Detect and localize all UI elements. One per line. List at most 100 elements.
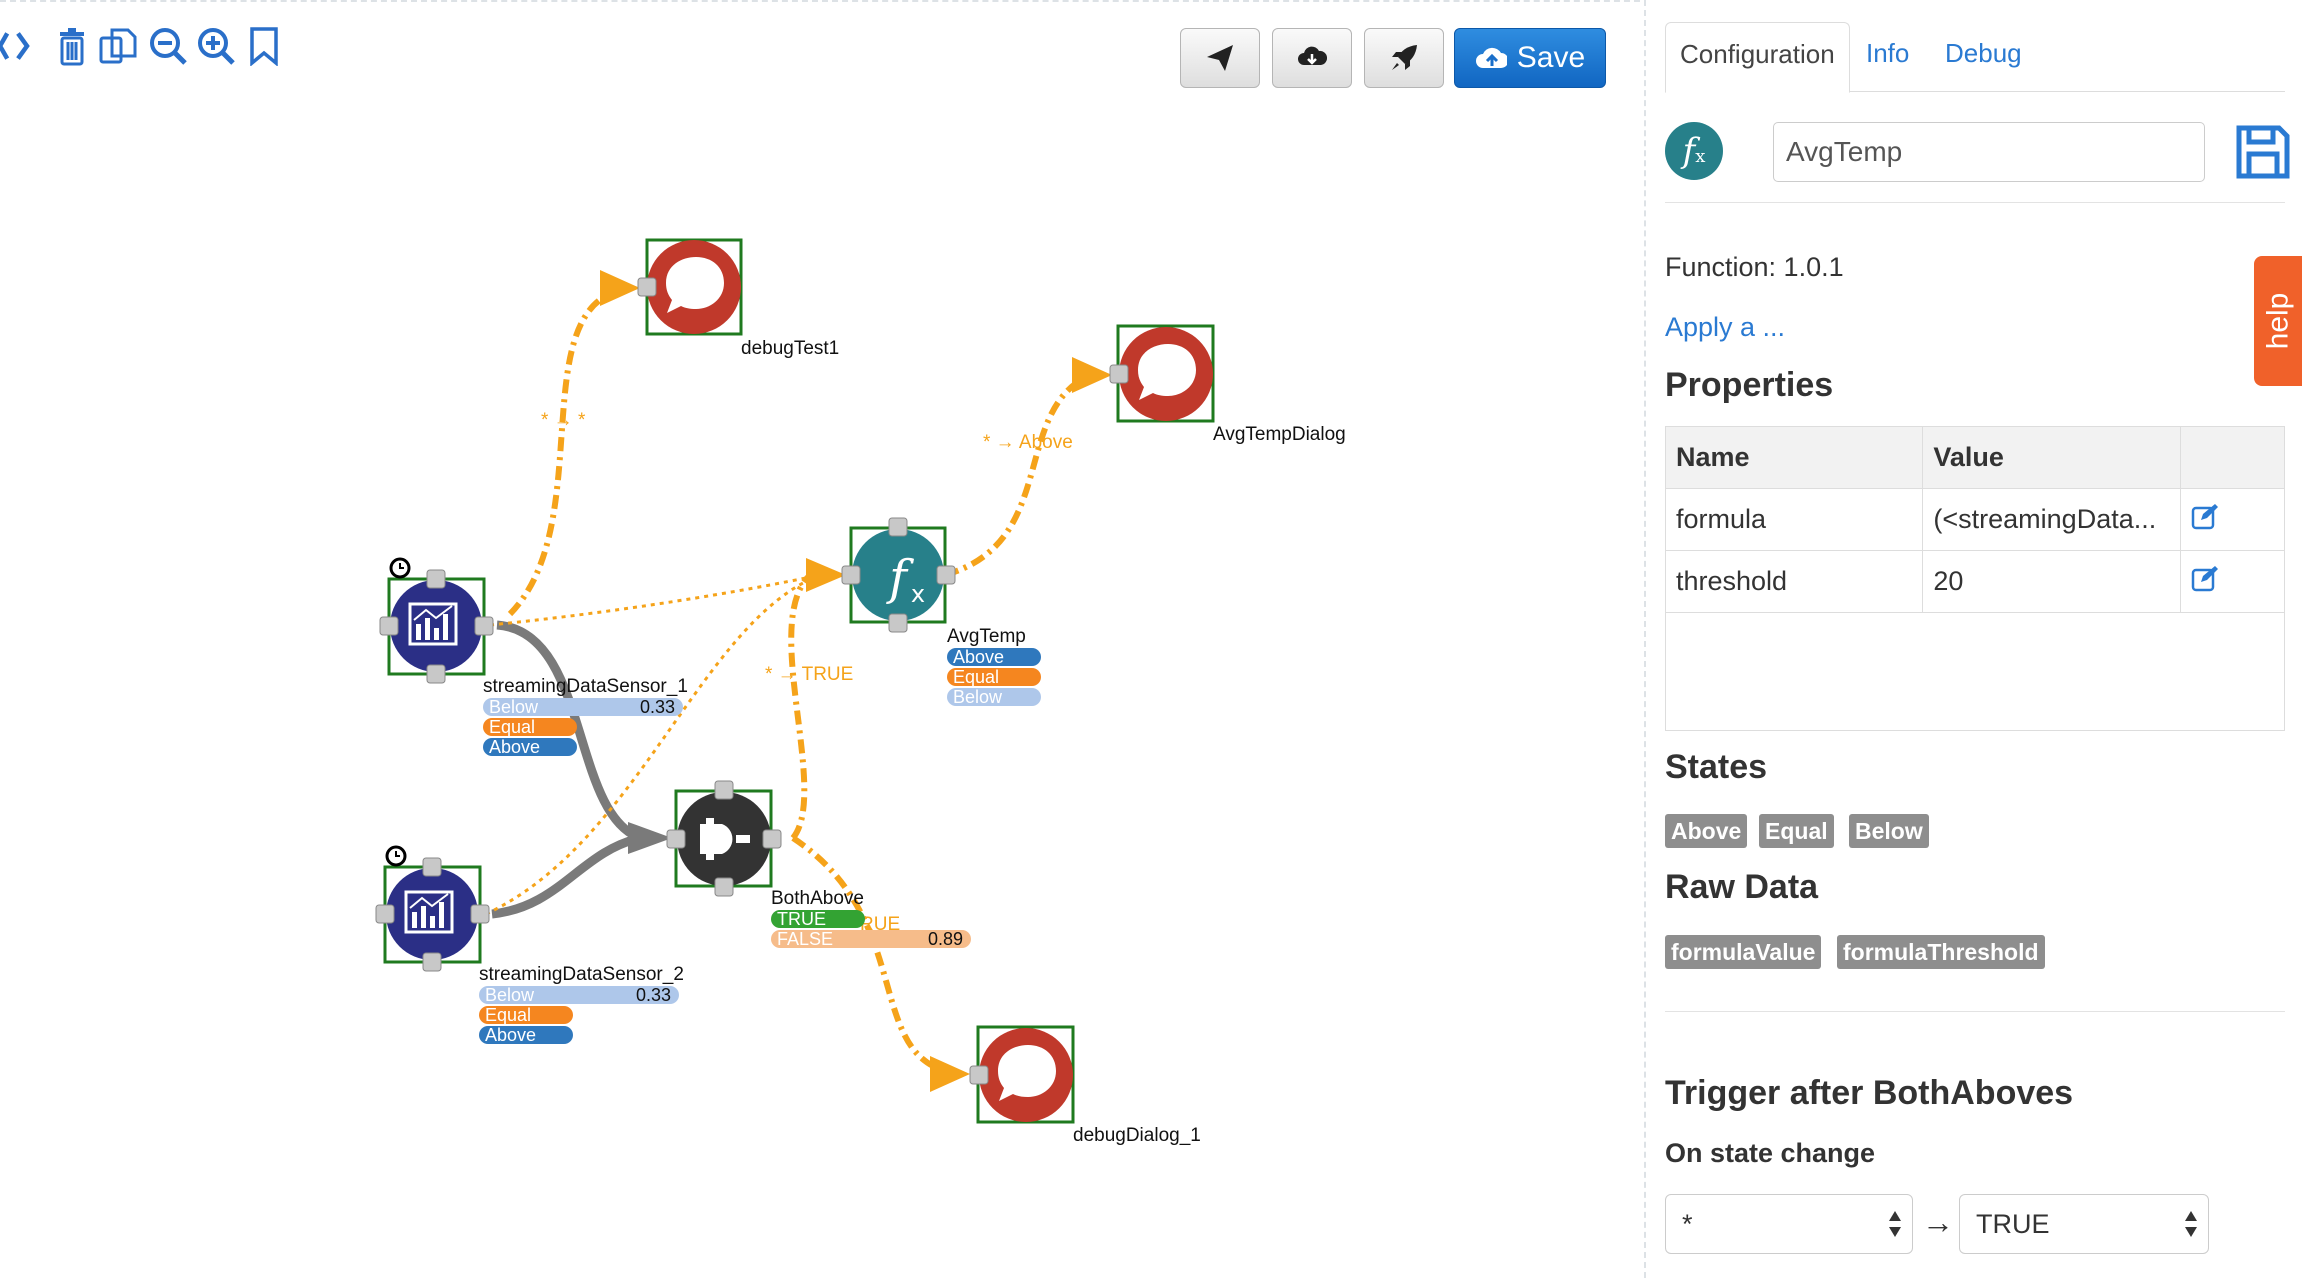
state-bar-label: Equal xyxy=(953,667,1000,687)
state-bar-label: Equal xyxy=(485,1005,532,1025)
trigger-title: Trigger after BothAboves xyxy=(1665,1074,2074,1112)
edge-label-sensor-debug: * → * xyxy=(541,410,586,431)
properties-title: Properties xyxy=(1665,366,1834,404)
node-label-avgtempdialog: AvgTempDialog xyxy=(1213,424,1346,445)
arrow-right-icon: → xyxy=(1922,1204,1954,1240)
state-bar-true: TRUE xyxy=(771,910,865,928)
node-sensor2[interactable] xyxy=(375,845,490,972)
edge-bothabove-debugdialog[interactable] xyxy=(791,835,961,1077)
edge-arrow-bothabove xyxy=(628,822,672,854)
node-debugdialog1[interactable] xyxy=(969,1025,1075,1124)
state-bar-label: Above xyxy=(485,1025,537,1045)
column-header-value: Value xyxy=(1922,426,2182,489)
state-bar-equal: Equal xyxy=(483,718,577,736)
raw-data-title: Raw Data xyxy=(1665,868,1819,906)
column-header-name: Name xyxy=(1664,426,1924,489)
fx-icon: fx xyxy=(1665,122,1723,180)
edge-bothabove-avgtemp[interactable] xyxy=(788,572,813,840)
select-arrows-icon xyxy=(2185,1211,2197,1237)
edge-sensor1-debugtest1[interactable] xyxy=(507,285,631,617)
state-bar-above: Above xyxy=(483,738,577,756)
state-bar-equal: Equal xyxy=(479,1006,573,1024)
help-label: help xyxy=(2261,292,2294,350)
help-tab[interactable]: help xyxy=(2254,256,2302,386)
state-bar-below: Below xyxy=(947,688,1041,706)
edge-label-avgtemp-dialog: * → Above xyxy=(983,432,1073,453)
workflow-canvas[interactable]: Save f x * → * * → Above * → TRUE RUE de… xyxy=(0,0,1640,1278)
state-bar-false: FALSE 0.89 xyxy=(771,930,971,948)
tab-info[interactable]: Info xyxy=(1852,22,1923,92)
from-state-value: * xyxy=(1682,1209,1693,1239)
node-sensor1[interactable] xyxy=(379,557,494,684)
state-bar-label: TRUE xyxy=(777,909,826,929)
node-label-sensor2: streamingDataSensor_2 xyxy=(479,964,684,985)
property-name: formula xyxy=(1664,488,1924,551)
node-name-input[interactable] xyxy=(1773,122,2205,182)
state-bar-below: Below 0.33 xyxy=(479,986,679,1004)
state-tag: Below xyxy=(1849,814,1929,848)
divider xyxy=(1665,1011,2285,1012)
node-label-debugdialog1: debugDialog_1 xyxy=(1073,1125,1201,1146)
state-bar-above: Above xyxy=(479,1026,573,1044)
workflow-graph: f x xyxy=(375,238,1215,1124)
edge-sensor1-avgtemp[interactable] xyxy=(489,573,821,627)
edge-arrow-debugtest1 xyxy=(600,270,640,306)
edge-arrow-avgtemp xyxy=(806,558,846,592)
state-tag: Equal xyxy=(1759,814,1834,848)
divider xyxy=(1665,202,2285,203)
state-bar-label: Below xyxy=(485,985,535,1005)
canvas-divider xyxy=(1644,0,1646,1278)
raw-data-tag: formulaValue xyxy=(1665,935,1822,969)
node-label-sensor1: streamingDataSensor_1 xyxy=(483,676,688,697)
node-label-bothabove: BothAbove xyxy=(771,888,864,909)
from-state-select[interactable]: * xyxy=(1665,1194,1913,1254)
to-state-select[interactable]: TRUE xyxy=(1959,1194,2209,1254)
to-state-value: TRUE xyxy=(1976,1209,2050,1239)
state-bar-label: Above xyxy=(489,737,541,757)
raw-data-tag: formulaThreshold xyxy=(1837,935,2045,969)
properties-table: Name Value formula (<streamingData... th… xyxy=(1664,426,2285,731)
properties-panel: Configuration Info Debug fx Function: 1.… xyxy=(1664,0,2302,1278)
tab-debug[interactable]: Debug xyxy=(1931,22,2036,92)
column-header-actions xyxy=(2180,426,2285,489)
state-bar-value: 0.33 xyxy=(639,697,675,717)
state-bar-label: FALSE xyxy=(777,929,834,949)
trigger-subtitle: On state change xyxy=(1665,1138,1876,1168)
table-row-empty xyxy=(1665,612,2285,731)
property-name: threshold xyxy=(1664,550,1924,613)
state-bar-label: Above xyxy=(953,647,1005,667)
node-label-debugtest1: debugTest1 xyxy=(741,338,840,359)
node-debugtest1[interactable] xyxy=(637,238,743,336)
svg-text:x: x xyxy=(911,580,925,608)
node-avgtempdialog[interactable] xyxy=(1109,324,1215,423)
table-row: threshold 20 xyxy=(1664,550,2285,613)
node-avgtemp[interactable]: f x xyxy=(841,517,956,633)
state-bar-below: Below 0.33 xyxy=(483,698,683,716)
table-row: formula (<streamingData... xyxy=(1664,488,2285,551)
edge-arrow-debugdialog xyxy=(930,1056,970,1092)
function-version: Function: 1.0.1 xyxy=(1665,252,1844,282)
state-bar-value: 0.89 xyxy=(927,929,963,949)
state-bar-label: Below xyxy=(953,687,1003,707)
state-bar-value: 0.33 xyxy=(635,985,671,1005)
state-tag: Above xyxy=(1665,814,1748,848)
state-bar-above: Above xyxy=(947,648,1041,666)
edit-icon[interactable] xyxy=(2191,564,2219,592)
state-bar-equal: Equal xyxy=(947,668,1041,686)
edge-avgtemp-dialog[interactable] xyxy=(944,372,1092,578)
property-value: 20 xyxy=(1922,550,2182,613)
edge-arrow-avgtempdialog xyxy=(1072,357,1112,393)
states-title: States xyxy=(1665,748,1768,786)
node-label-avgtemp: AvgTemp xyxy=(947,626,1026,647)
edge-sensor2-bothabove[interactable] xyxy=(491,833,642,919)
state-bar-label: Equal xyxy=(489,717,536,737)
edge-label-bothabove-avgtemp: * → TRUE xyxy=(765,664,854,685)
select-arrows-icon xyxy=(1889,1211,1901,1237)
floppy-disk-icon[interactable] xyxy=(2235,124,2291,180)
state-bar-label: Below xyxy=(489,697,539,717)
tab-configuration[interactable]: Configuration xyxy=(1665,22,1850,93)
node-bothabove[interactable] xyxy=(666,780,782,897)
apply-link[interactable]: Apply a ... xyxy=(1665,312,1785,343)
edit-icon[interactable] xyxy=(2191,502,2219,530)
panel-tabs: Configuration Info Debug xyxy=(1665,22,2285,93)
